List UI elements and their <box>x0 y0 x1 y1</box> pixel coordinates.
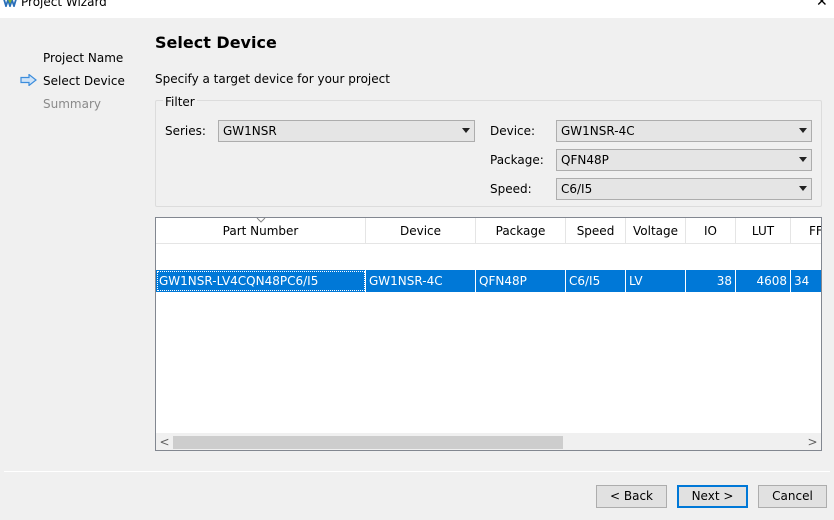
column-header-lut[interactable]: LUT <box>736 218 791 244</box>
cell-speed[interactable]: C6/I5 <box>566 270 626 292</box>
step-summary: Summary <box>43 97 101 111</box>
column-header-device[interactable]: Device <box>366 218 476 244</box>
chevron-down-icon <box>462 128 470 133</box>
device-label: Device: <box>490 124 536 138</box>
package-label: Package: <box>490 153 544 167</box>
cell-ff[interactable]: 34 <box>791 270 821 292</box>
speed-select[interactable]: C6/I5 <box>556 178 812 200</box>
filter-group-label: Filter <box>163 95 197 109</box>
package-value: QFN48P <box>561 153 609 167</box>
column-header-io[interactable]: IO <box>686 218 736 244</box>
package-select[interactable]: QFN48P <box>556 149 812 171</box>
device-select[interactable]: GW1NSR-4C <box>556 120 812 142</box>
step-project-name: Project Name <box>43 51 124 65</box>
back-button[interactable]: < Back <box>596 485 667 508</box>
cell-device[interactable]: GW1NSR-4C <box>366 270 476 292</box>
cancel-button[interactable]: Cancel <box>758 485 827 508</box>
cell-io[interactable]: 38 <box>686 270 736 292</box>
scrollbar-thumb[interactable] <box>173 436 563 449</box>
cell-voltage[interactable]: LV <box>626 270 686 292</box>
scroll-right-button[interactable]: > <box>804 434 821 450</box>
device-table[interactable]: Part Number Device Package Speed Voltage… <box>155 217 822 451</box>
cell-part-number[interactable]: GW1NSR-LV4CQN48PC6/I5 <box>156 270 366 292</box>
next-button[interactable]: Next > <box>677 485 748 508</box>
footer-separator <box>4 471 830 472</box>
title-bar: Project Wizard ✕ <box>0 0 834 18</box>
series-label: Series: <box>165 124 206 138</box>
scroll-left-button[interactable]: < <box>156 434 173 450</box>
column-header-speed[interactable]: Speed <box>566 218 626 244</box>
speed-value: C6/I5 <box>561 182 593 196</box>
speed-label: Speed: <box>490 182 532 196</box>
close-icon[interactable]: ✕ <box>816 0 828 9</box>
arrow-right-icon <box>20 74 37 86</box>
column-header-voltage[interactable]: Voltage <box>626 218 686 244</box>
table-row[interactable]: GW1NSR-LV4CQN48PC6/I5 GW1NSR-4C QFN48P C… <box>156 244 821 292</box>
series-select[interactable]: GW1NSR <box>218 120 475 142</box>
page-description: Specify a target device for your project <box>155 72 390 86</box>
cell-lut[interactable]: 4608 <box>736 270 791 292</box>
page-title: Select Device <box>155 33 277 52</box>
device-value: GW1NSR-4C <box>561 124 635 138</box>
column-header-part-number[interactable]: Part Number <box>156 218 366 244</box>
app-logo-icon <box>3 0 17 7</box>
series-value: GW1NSR <box>223 124 277 138</box>
cell-package[interactable]: QFN48P <box>476 270 566 292</box>
chevron-down-icon <box>799 157 807 162</box>
column-header-package[interactable]: Package <box>476 218 566 244</box>
horizontal-scrollbar[interactable]: < > <box>156 433 821 450</box>
sort-indicator-icon <box>256 218 266 223</box>
chevron-down-icon <box>799 128 807 133</box>
step-select-device: Select Device <box>43 74 125 88</box>
column-header-ff[interactable]: FF <box>791 218 821 244</box>
window-title: Project Wizard <box>21 0 107 9</box>
chevron-down-icon <box>799 186 807 191</box>
